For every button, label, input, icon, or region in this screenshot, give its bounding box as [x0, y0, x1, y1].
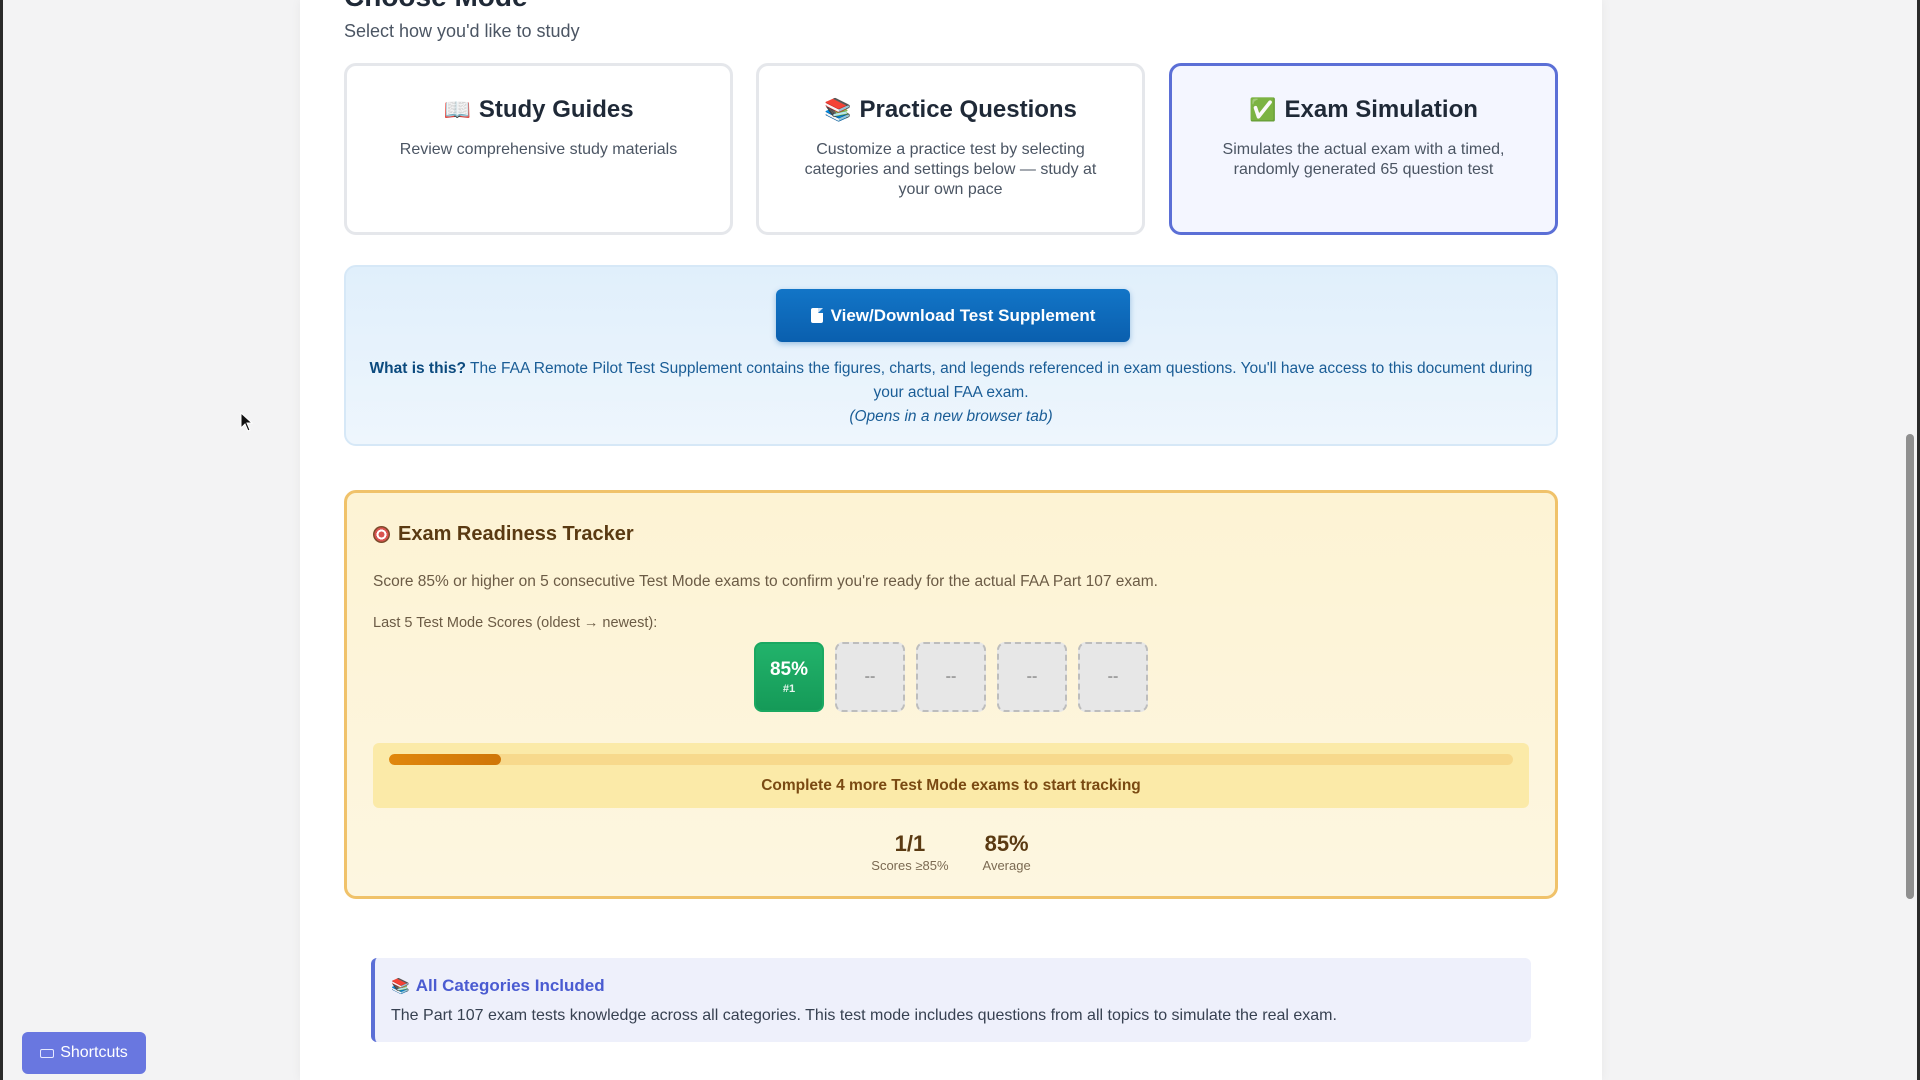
- mode-card-exam-simulation[interactable]: ✅ Exam Simulation Simulates the actual e…: [1169, 63, 1558, 235]
- categories-title: 📚 All Categories Included: [391, 976, 605, 996]
- what-is-this-label: What is this?: [369, 360, 466, 377]
- scrollbar-thumb[interactable]: [1906, 434, 1914, 899]
- target-icon: [373, 526, 390, 543]
- section-subtitle: Select how you'd like to study: [344, 21, 580, 41]
- open-book-icon: 📖: [443, 97, 471, 122]
- shortcuts-button[interactable]: Shortcuts: [22, 1032, 146, 1074]
- mode-title-text: Exam Simulation: [1284, 96, 1478, 123]
- mode-title: ✅ Exam Simulation: [1202, 96, 1525, 124]
- progress-fill: [389, 754, 502, 765]
- score-index: #1: [782, 682, 796, 695]
- stat-label: Average: [982, 858, 1031, 873]
- stat-label: Scores ≥85%: [871, 858, 949, 873]
- check-mark-icon: ✅: [1249, 97, 1277, 122]
- tracker-title: Exam Readiness Tracker: [373, 523, 634, 546]
- mode-description: Review comprehensive study materials: [399, 141, 678, 158]
- mode-title: 📚 Practice Questions: [789, 96, 1112, 124]
- score-value: --: [945, 668, 957, 685]
- progress-text: Complete 4 more Test Mode exams to start…: [761, 777, 1141, 794]
- categories-title-text: All Categories Included: [415, 976, 605, 995]
- mode-title-text: Practice Questions: [859, 96, 1077, 123]
- mode-title: 📖 Study Guides: [377, 96, 700, 124]
- supplement-info: What is this? The FAA Remote Pilot Test …: [366, 357, 1536, 429]
- score-value: --: [864, 668, 876, 685]
- supplement-description: The FAA Remote Pilot Test Supplement con…: [470, 360, 1533, 401]
- mode-card-practice-questions[interactable]: 📚 Practice Questions Customize a practic…: [756, 63, 1145, 235]
- stat-scores-passing: 1/1 Scores ≥85%: [871, 831, 949, 874]
- mode-title-text: Study Guides: [478, 96, 634, 123]
- keyboard-icon: [40, 1048, 55, 1058]
- tracker-title-text: Exam Readiness Tracker: [398, 523, 634, 545]
- score-value: --: [1107, 668, 1119, 685]
- view-download-supplement-button[interactable]: View/Download Test Supplement: [776, 289, 1130, 342]
- tracker-description: Score 85% or higher on 5 consecutive Tes…: [373, 573, 1158, 590]
- readiness-progress: Complete 4 more Test Mode exams to start…: [373, 743, 1529, 808]
- mode-selector: 📖 Study Guides Review comprehensive stud…: [344, 63, 1558, 235]
- stat-value: 1/1: [894, 831, 926, 856]
- stat-value: 85%: [984, 831, 1029, 856]
- progress-track: [389, 754, 1513, 765]
- tracker-stats: 1/1 Scores ≥85% 85% Average: [347, 831, 1555, 874]
- score-box-empty: --: [835, 642, 905, 712]
- stat-average: 85% Average: [982, 831, 1031, 874]
- score-value: --: [1026, 668, 1038, 685]
- score-value: 85%: [769, 658, 809, 680]
- section-title: Choose Mode: [344, 0, 528, 11]
- document-icon: [810, 308, 823, 323]
- score-box-empty: --: [997, 642, 1067, 712]
- score-box-empty: --: [916, 642, 986, 712]
- categories-description: The Part 107 exam tests knowledge across…: [391, 1007, 1337, 1024]
- supplement-note: (Opens in a new browser tab): [849, 408, 1053, 425]
- mouse-cursor-icon: [240, 412, 254, 432]
- exam-readiness-tracker: Exam Readiness Tracker Score 85% or high…: [344, 490, 1558, 899]
- shortcuts-label: Shortcuts: [60, 1044, 128, 1061]
- all-categories-info: 📚 All Categories Included The Part 107 e…: [371, 958, 1531, 1042]
- books-icon: 📚: [391, 978, 410, 995]
- books-icon: 📚: [824, 97, 852, 122]
- window-left-border: [0, 0, 3, 1080]
- main-panel: Choose Mode Select how you'd like to stu…: [300, 0, 1602, 1080]
- mode-card-study-guides[interactable]: 📖 Study Guides Review comprehensive stud…: [344, 63, 733, 235]
- score-boxes: 85% #1 -- -- -- --: [347, 642, 1555, 712]
- supplement-button-label: View/Download Test Supplement: [830, 305, 1096, 325]
- score-box-empty: --: [1078, 642, 1148, 712]
- mode-description: Customize a practice test by selecting c…: [804, 141, 1097, 198]
- mode-description: Simulates the actual exam with a timed, …: [1222, 141, 1505, 178]
- score-box: 85% #1: [754, 642, 824, 712]
- scores-label: Last 5 Test Mode Scores (oldest → newest…: [373, 615, 658, 631]
- test-supplement-panel: View/Download Test Supplement What is th…: [344, 265, 1558, 446]
